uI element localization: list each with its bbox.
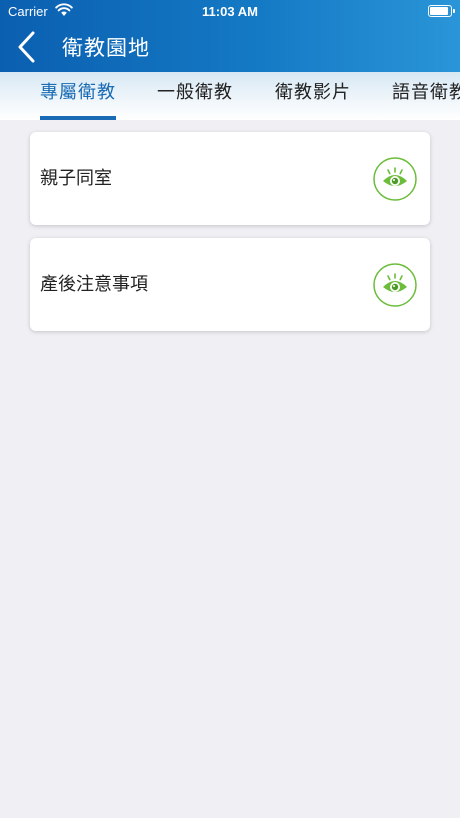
- page-title: 衛教園地: [62, 36, 150, 60]
- app-header: Carrier 11:03 AM 衛教園地: [0, 0, 460, 72]
- list-item-title: 親子同室: [40, 168, 112, 189]
- clock-time: 11:03 AM: [202, 4, 258, 19]
- tab-voice-education[interactable]: 語音衛教: [392, 72, 460, 120]
- active-tab-indicator: [40, 116, 116, 120]
- tab-label: 專屬衛教: [40, 82, 116, 103]
- back-button[interactable]: [10, 28, 46, 66]
- tab-exclusive-education[interactable]: 專屬衛教: [40, 72, 116, 120]
- tab-label: 衛教影片: [275, 82, 351, 103]
- tab-education-videos[interactable]: 衛教影片: [275, 72, 351, 120]
- list-item-postpartum-notes[interactable]: 產後注意事項: [30, 238, 430, 331]
- battery-icon: [428, 5, 455, 17]
- tab-general-education[interactable]: 一般衛教: [157, 72, 233, 120]
- eye-icon[interactable]: [373, 157, 417, 201]
- status-bar: Carrier 11:03 AM: [0, 0, 460, 24]
- tab-bar: 專屬衛教 一般衛教 衛教影片 語音衛教: [0, 72, 460, 120]
- tab-label: 一般衛教: [157, 82, 233, 103]
- list-item-title: 產後注意事項: [40, 274, 148, 295]
- eye-icon[interactable]: [373, 263, 417, 307]
- tab-label: 語音衛教: [392, 82, 460, 103]
- list-item-rooming-in[interactable]: 親子同室: [30, 132, 430, 225]
- chevron-left-icon: [18, 31, 35, 63]
